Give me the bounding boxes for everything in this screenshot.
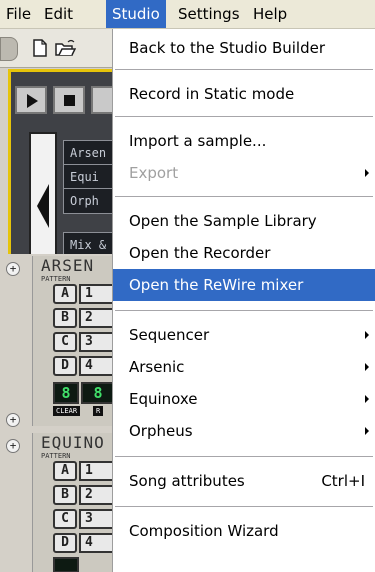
pattern-pad-a[interactable]: A [53,284,77,304]
menu-item-record-static[interactable]: Record in Static mode [113,78,375,110]
pattern-pad-c[interactable]: C [53,509,77,529]
r-button[interactable]: R [93,406,104,416]
menu-item-sequencer[interactable]: Sequencer [113,319,375,351]
expand-icon[interactable]: + [6,262,20,276]
scroll-left-icon [37,184,49,228]
toolbar [0,29,112,68]
expand-icon[interactable]: + [6,413,20,427]
pattern-number[interactable]: 4 [79,356,112,376]
pattern-number[interactable]: 3 [79,509,112,529]
menu-separator [115,69,373,71]
menu-item-label: Record in Static mode [129,85,295,103]
menu-separator [115,456,373,458]
pattern-number[interactable]: 3 [79,332,112,352]
pattern-pad-d[interactable]: D [53,533,77,553]
menu-item-song-attributes[interactable]: Song attributes Ctrl+I [113,465,375,497]
menu-item-label: Equinoxe [129,390,198,408]
menu-item-label: Open the ReWire mixer [129,276,304,294]
menu-item-open-sample-library[interactable]: Open the Sample Library [113,205,375,237]
pattern-pad-a[interactable]: A [53,461,77,481]
pattern-pad-d[interactable]: D [53,356,77,376]
submenu-arrow-icon [365,331,369,339]
menu-item-label: Composition Wizard [129,522,279,540]
menu-item-composition-wizard[interactable]: Composition Wizard [113,515,375,547]
pattern-number[interactable]: 1 [79,284,112,304]
studio-menu: Back to the Studio Builder Record in Sta… [112,29,375,572]
menu-item-equinoxe[interactable]: Equinoxe [113,383,375,415]
menu-item-label: Orpheus [129,422,193,440]
menu-item-open-recorder[interactable]: Open the Recorder [113,237,375,269]
instrument-title: ARSEN [41,256,95,275]
toolbar-grip [0,37,18,61]
pattern-label: PATTERN [41,275,71,283]
menu-separator [115,310,373,312]
equinoxe-panel: EQUINO PATTERN A 1 B 2 C 3 D 4 [32,433,112,572]
submenu-arrow-icon [365,363,369,371]
transport-button-3[interactable] [91,86,112,114]
pattern-pad-c[interactable]: C [53,332,77,352]
menu-item-orpheus[interactable]: Orpheus [113,415,375,447]
studio-background: Arsen Equi Orph Mix & + + ARSEN PATTERN … [0,29,112,572]
equinoxe-section: + EQUINO PATTERN A 1 B 2 C 3 D 4 [0,431,112,572]
pattern-number[interactable]: 4 [79,533,112,553]
pattern-display: 8 [53,382,79,404]
menu-item-import-sample[interactable]: Import a sample... [113,125,375,157]
clear-button[interactable]: CLEAR [53,406,81,416]
new-document-icon[interactable] [30,38,52,58]
arsenic-section: + + ARSEN PATTERN A 1 B 2 C 3 D 4 8 8 CL… [0,254,112,429]
pattern-display: 8 [81,382,112,404]
menu-item-export[interactable]: Export [113,157,375,189]
pattern-number[interactable]: 1 [79,461,112,481]
submenu-arrow-icon [365,169,369,177]
menu-item-label: Import a sample... [129,132,267,150]
pattern-pad-b[interactable]: B [53,485,77,505]
menu-settings[interactable]: Settings [172,0,246,28]
menu-separator [115,116,373,118]
pattern-label: PATTERN [41,452,71,460]
menu-item-label: Arsenic [129,358,185,376]
pattern-pad-b[interactable]: B [53,308,77,328]
pattern-number[interactable]: 2 [79,308,112,328]
menu-item-label: Export [129,164,179,182]
menu-item-arsenic[interactable]: Arsenic [113,351,375,383]
menu-help[interactable]: Help [247,0,293,28]
menu-separator [115,196,373,198]
play-icon [27,94,38,108]
menu-item-label: Song attributes [129,472,245,490]
menu-file[interactable]: File [0,0,37,28]
menu-edit[interactable]: Edit [38,0,79,28]
pattern-number[interactable]: 2 [79,485,112,505]
menu-item-label: Open the Recorder [129,244,271,262]
menu-item-open-rewire-mixer[interactable]: Open the ReWire mixer [113,269,375,301]
display-item-equinoxe[interactable]: Equi [63,164,112,190]
pattern-display [53,557,79,572]
expand-icon[interactable]: + [6,439,20,453]
menu-bar: File Edit Studio Settings Help [0,0,375,29]
shortcut-label: Ctrl+I [321,472,365,490]
submenu-arrow-icon [365,427,369,435]
submenu-arrow-icon [365,395,369,403]
play-button[interactable] [15,86,47,114]
display-item-orpheus[interactable]: Orph [63,188,112,214]
instrument-title: EQUINO [41,433,105,452]
menu-item-label: Open the Sample Library [129,212,317,230]
stop-icon [64,95,75,106]
menu-item-label: Sequencer [129,326,210,344]
open-folder-icon[interactable] [54,38,77,58]
menu-studio[interactable]: Studio [106,0,166,28]
menu-separator [115,506,373,508]
stop-button[interactable] [53,86,85,114]
menu-item-label: Back to the Studio Builder [129,39,325,57]
arsenic-panel: ARSEN PATTERN A 1 B 2 C 3 D 4 8 8 CLEAR … [32,256,112,426]
display-item-arsenic[interactable]: Arsen [63,140,112,166]
menu-item-back-to-studio-builder[interactable]: Back to the Studio Builder [113,32,375,64]
